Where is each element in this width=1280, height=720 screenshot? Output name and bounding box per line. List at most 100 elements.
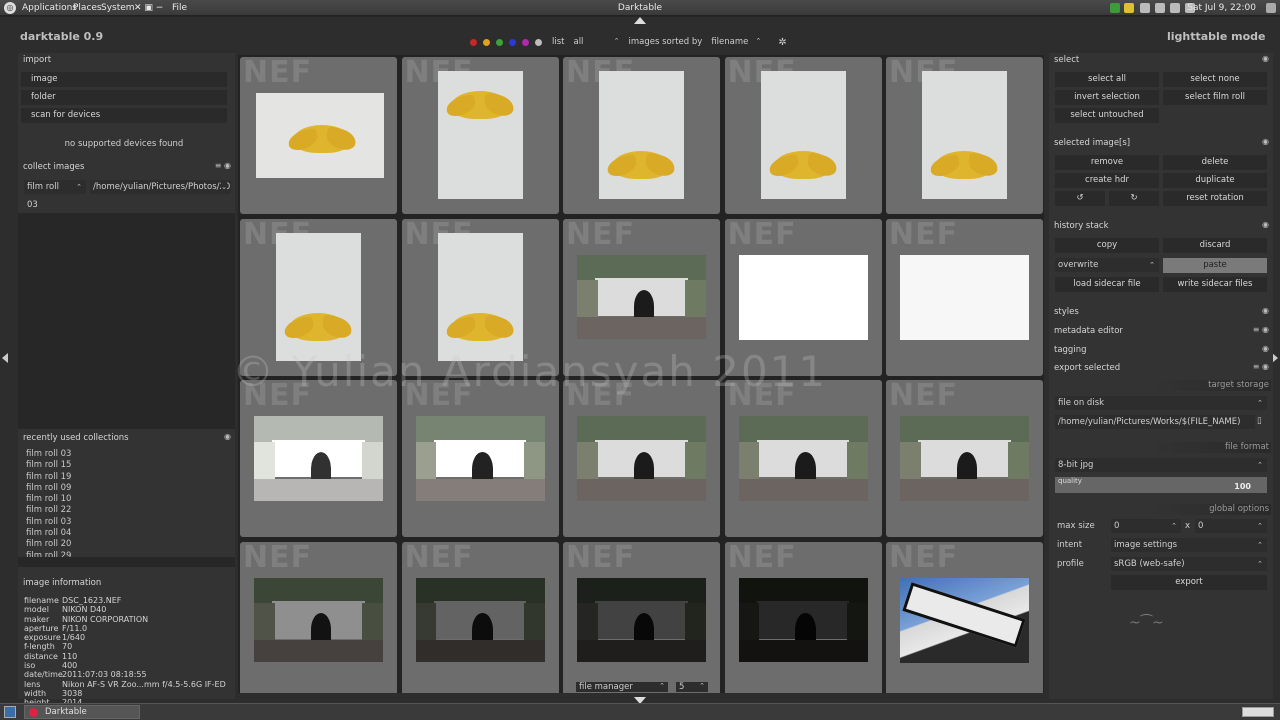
history-title[interactable]: history stack ◉ [1049,219,1273,233]
zoom-spinner[interactable]: 5 ⌃ [676,682,708,692]
clock[interactable]: Sat Jul 9, 22:00 [1187,3,1256,13]
create-hdr-button[interactable]: create hdr [1055,173,1159,188]
thumbnail-cell[interactable]: NEF [240,57,397,214]
recent-collection-item[interactable]: film roll 20 [18,539,235,550]
thumbnail-cell[interactable]: NEF [401,57,559,214]
network-icon[interactable] [1110,3,1120,13]
thumbnail-cell[interactable]: NEF [401,218,559,376]
invert-selection-button[interactable]: invert selection [1055,90,1159,105]
select-none-button[interactable]: select none [1163,72,1267,87]
recent-collection-item[interactable]: film roll 03 [18,517,235,528]
power-icon[interactable] [1266,3,1276,13]
recent-collection-item[interactable]: film roll 22 [18,505,235,516]
select-untouched-button[interactable]: select untouched [1055,108,1159,123]
intent-dropdown[interactable]: image settings ⌃ [1111,538,1267,552]
image-info-title[interactable]: image information [18,576,235,590]
reset-icon[interactable]: ◉ [1262,54,1269,63]
collect-path-dropdown[interactable]: /home/yulian/Pictures/Photos/20 ⌄ [90,180,231,194]
select-all-button[interactable]: select all [1055,72,1159,87]
preset-reset-icon[interactable]: ≡ ◉ [1253,362,1269,371]
styles-title[interactable]: styles ◉ [1049,305,1273,319]
max-height-input[interactable]: 0 ⌃ [1195,519,1267,533]
recent-collection-item[interactable]: film roll 15 [18,460,235,471]
copy-history-button[interactable]: copy [1055,238,1159,253]
volume-icon[interactable] [1155,3,1165,13]
recent-collection-item[interactable]: film roll 19 [18,472,235,483]
collapse-left-arrow-icon[interactable] [2,353,8,363]
color-label-purple-icon[interactable] [522,38,529,46]
export-path-input[interactable]: /home/yulian/Pictures/Works/$(FILE_NAME) [1055,415,1255,429]
color-label-gray-icon[interactable] [535,38,542,46]
thumbnail-cell[interactable]: NEF [240,380,397,537]
thumbnail-cell[interactable]: NEF [886,541,1043,693]
remove-button[interactable]: remove [1055,155,1159,170]
reset-icon[interactable]: ◉ [224,432,231,441]
quality-slider[interactable]: quality 100 [1055,477,1267,493]
color-label-red-icon[interactable] [470,38,477,46]
thumbnail-cell[interactable]: NEF [724,57,882,214]
write-sidecar-button[interactable]: write sidecar files [1163,277,1267,292]
collapse-top-arrow-icon[interactable] [634,17,646,24]
sort-dropdown[interactable]: filename ⌃ [708,37,765,47]
file-format-dropdown[interactable]: 8-bit jpg ⌃ [1055,458,1267,472]
recent-collection-item[interactable]: film roll 09 [18,483,235,494]
mail-icon[interactable] [1124,3,1134,13]
thumbnail-cell[interactable]: NEF [563,541,720,693]
metadata-title[interactable]: metadata editor ≡ ◉ [1049,324,1273,338]
collect-title[interactable]: collect images ≡ ◉ [18,160,235,174]
list-filter-dropdown[interactable]: all ⌃ [570,37,623,47]
reset-rotation-button[interactable]: reset rotation [1163,191,1267,206]
import-title[interactable]: import [18,53,235,67]
thumbnail-cell[interactable]: NEF [240,218,397,376]
workspace-switcher[interactable] [1242,707,1274,717]
color-label-yellow-icon[interactable] [483,38,490,46]
taskbar-darktable[interactable]: Darktable [24,705,140,719]
color-label-green-icon[interactable] [496,38,503,46]
thumbnail-cell[interactable]: NEF [724,541,882,693]
paste-history-button[interactable]: paste [1163,258,1267,273]
reset-icon[interactable]: ◉ [1262,306,1269,315]
thumbnail-cell[interactable]: NEF [563,218,720,376]
recent-collection-item[interactable]: film roll 10 [18,494,235,505]
select-title[interactable]: select ◉ [1049,53,1273,67]
show-desktop-icon[interactable] [4,706,16,718]
preset-reset-icon[interactable]: ≡ ◉ [1253,325,1269,334]
rotate-ccw-button[interactable]: ↺ [1055,191,1105,206]
delete-button[interactable]: delete [1163,155,1267,170]
tagging-title[interactable]: tagging ◉ [1049,343,1273,357]
duplicate-button[interactable]: duplicate [1163,173,1267,188]
thumbnail-cell[interactable]: NEF [563,57,720,214]
battery-icon[interactable] [1170,3,1180,13]
folder-browse-icon[interactable]: ▯ [1257,416,1262,426]
scan-devices-button[interactable]: scan for devices [21,108,227,123]
reset-icon[interactable]: ◉ [1262,220,1269,229]
thumbnail-cell[interactable]: NEF [724,380,882,537]
lighttable-grid[interactable]: NEF NEF NEF NEF NEF NEF NEF NEF NEF NEF NEF NEF NEF N… [238,55,1044,693]
paste-mode-dropdown[interactable]: overwrite ⌃ [1055,258,1159,272]
profile-dropdown[interactable]: sRGB (web-safe) ⌃ [1111,557,1267,571]
rotate-cw-button[interactable]: ↻ [1109,191,1159,206]
layout-dropdown[interactable]: file manager ⌃ [576,682,668,692]
collect-property-dropdown[interactable]: film roll ⌃ [24,180,86,194]
thumbnail-cell[interactable]: NEF [724,218,882,376]
thumbnail-cell[interactable]: NEF [401,541,559,693]
gear-icon[interactable]: ✲ [778,37,786,48]
reset-icon[interactable]: ◉ [1262,137,1269,146]
signal-icon[interactable] [1140,3,1150,13]
thumbnail-cell[interactable]: NEF [401,380,559,537]
thumbnail-cell[interactable]: NEF [240,541,397,693]
preset-reset-icon[interactable]: ≡ ◉ [215,161,231,170]
reset-icon[interactable]: ◉ [1262,344,1269,353]
max-width-input[interactable]: 0 ⌃ [1111,519,1181,533]
selected-title[interactable]: selected image[s] ◉ [1049,136,1273,150]
import-image-button[interactable]: image [21,72,227,87]
color-label-blue-icon[interactable] [509,38,516,46]
export-title[interactable]: export selected ≡ ◉ [1049,361,1273,375]
collect-match-value[interactable]: 03 [27,200,38,210]
thumbnail-cell[interactable]: NEF [563,380,720,537]
thumbnail-cell[interactable]: NEF [886,380,1043,537]
recent-collection-item[interactable]: film roll 04 [18,528,235,539]
import-folder-button[interactable]: folder [21,90,227,105]
target-storage-dropdown[interactable]: file on disk ⌃ [1055,396,1267,410]
recent-title[interactable]: recently used collections ◉ [18,431,235,445]
